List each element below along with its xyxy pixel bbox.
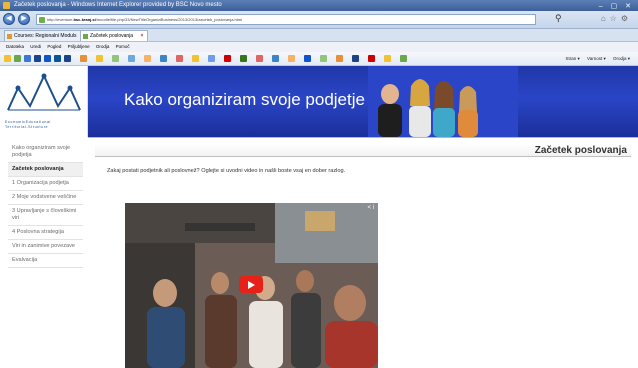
url-prefix: http://eventum. xyxy=(47,17,74,22)
intro-text: Zakaj postati podjetnik ali poslovnež? O… xyxy=(107,168,346,174)
sidebar-item-evalvacija[interactable]: Evalvacija xyxy=(8,254,83,268)
sidebar-item-home[interactable]: Kako organiziram svoje podjetja xyxy=(8,142,83,163)
favorite-link-icon[interactable] xyxy=(288,55,295,62)
favorite-link-icon[interactable] xyxy=(14,55,21,62)
favorite-link-icon[interactable] xyxy=(208,55,215,62)
address-toolbar: ◀ ▶ http://eventum.bsc-kranj.si/moodle/f… xyxy=(0,11,638,29)
tab-favicon xyxy=(7,34,12,39)
favorites-bar: Stran ▾ Varnost ▾ Orodja ▾ xyxy=(0,52,638,66)
favorite-link-icon[interactable] xyxy=(128,55,135,62)
favorite-link-icon[interactable] xyxy=(34,55,41,62)
menu-item-pogled[interactable]: Pogled xyxy=(47,44,61,49)
window-title: Začetek poslovanja - Windows Internet Ex… xyxy=(14,2,222,8)
favorite-link-icon[interactable] xyxy=(112,55,119,62)
sidebar-item-organizacija[interactable]: 1 Organizacija podjetja xyxy=(8,177,83,191)
cmd-orodja[interactable]: Orodja ▾ xyxy=(613,56,630,61)
favorites-star-icon[interactable] xyxy=(4,55,11,62)
cmd-stran[interactable]: Stran ▾ xyxy=(566,56,580,61)
banner-title: Kako organiziram svoje podjetje xyxy=(124,90,365,109)
favorite-link-icon[interactable] xyxy=(224,55,231,62)
tab-strip: Courses: Regionalni Moduls Začetek poslo… xyxy=(0,29,638,42)
browser-tools-icons[interactable]: ⌂☆⚙ xyxy=(601,14,632,23)
favorite-link-icon[interactable] xyxy=(144,55,151,62)
favorite-link-icon[interactable] xyxy=(384,55,391,62)
banner-divider xyxy=(88,137,638,141)
logo-text-2: Territorial-Structure xyxy=(5,125,49,129)
logo-text-1: EconomicEducational xyxy=(5,120,51,124)
favorite-link-icon[interactable] xyxy=(44,55,51,62)
favorite-link-icon[interactable] xyxy=(256,55,263,62)
cmd-varnost[interactable]: Varnost ▾ xyxy=(587,56,606,61)
page-title: Začetek poslovanja xyxy=(534,145,627,156)
favorite-link-icon[interactable] xyxy=(80,55,87,62)
favorite-link-icon[interactable] xyxy=(368,55,375,62)
command-bar: Stran ▾ Varnost ▾ Orodja ▾ xyxy=(560,55,631,63)
sidebar-item-vescine[interactable]: 2 Moje vodstvene veščine xyxy=(8,191,83,205)
url-domain: bsc-kranj.si xyxy=(73,17,96,22)
favorite-link-icon[interactable] xyxy=(24,55,31,62)
favorite-link-icon[interactable] xyxy=(240,55,247,62)
play-button[interactable] xyxy=(239,276,263,293)
menu-item-orodja[interactable]: Orodja xyxy=(96,44,110,49)
favorite-link-icon[interactable] xyxy=(192,55,199,62)
window-title-bar: Začetek poslovanja - Windows Internet Ex… xyxy=(0,0,638,11)
site-logo[interactable]: EconomicEducational Territorial-Structur… xyxy=(0,66,88,137)
back-button[interactable]: ◀ xyxy=(3,13,15,25)
page-title-bar: Začetek poslovanja xyxy=(95,144,631,157)
url-suffix: /moodle/file.php/33/NewTitleOrganiziBusi… xyxy=(95,17,243,22)
favorite-link-icon[interactable] xyxy=(160,55,167,62)
sidebar-item-zacetek[interactable]: Začetek poslovanja xyxy=(8,163,83,177)
share-info-icon[interactable]: < i xyxy=(367,205,374,211)
menu-item-pomoc[interactable]: Pomoč xyxy=(116,44,130,49)
internet-explorer-icon xyxy=(3,2,10,9)
favorite-link-icon[interactable] xyxy=(352,55,359,62)
favorite-link-icon[interactable] xyxy=(336,55,343,62)
students-photo xyxy=(368,66,518,137)
header-banner: Kako organiziram svoje podjetje xyxy=(88,66,638,137)
search-icon[interactable]: ⚲ xyxy=(555,13,562,24)
favorite-link-icon[interactable] xyxy=(96,55,103,62)
web-page: EconomicEducational Territorial-Structur… xyxy=(0,66,638,368)
menu-item-datoteka[interactable]: Datoteka xyxy=(6,44,24,49)
sidebar-nav: Kako organiziram svoje podjetja Začetek … xyxy=(8,142,83,268)
favorite-link-icon[interactable] xyxy=(304,55,311,62)
sidebar-item-viri[interactable]: Viri in zanimive povezave xyxy=(8,240,83,254)
tab-zacetek[interactable]: Začetek poslovanja × xyxy=(80,30,149,41)
menu-bar: Datoteka Uredi Pogled Priljubljene Orodj… xyxy=(0,42,638,52)
video-player[interactable]: < i xyxy=(125,203,378,368)
forward-button[interactable]: ▶ xyxy=(18,13,30,25)
address-bar[interactable]: http://eventum.bsc-kranj.si/moodle/file.… xyxy=(36,14,536,25)
favorite-link-icon[interactable] xyxy=(54,55,61,62)
menu-item-uredi[interactable]: Uredi xyxy=(30,44,41,49)
site-icon xyxy=(39,17,45,23)
close-tab-icon[interactable]: × xyxy=(140,33,143,39)
tab-courses[interactable]: Courses: Regionalni Moduls xyxy=(4,30,82,41)
tab-label: Začetek poslovanja xyxy=(90,33,134,39)
logo-graphic-icon xyxy=(7,73,81,111)
favorite-link-icon[interactable] xyxy=(320,55,327,62)
menu-item-priljubljene[interactable]: Priljubljene xyxy=(68,44,90,49)
favorite-link-icon[interactable] xyxy=(64,55,71,62)
favorite-link-icon[interactable] xyxy=(272,55,279,62)
tab-label: Courses: Regionalni Moduls xyxy=(14,33,77,39)
favorite-link-icon[interactable] xyxy=(400,55,407,62)
tab-favicon xyxy=(83,34,88,39)
favorite-link-icon[interactable] xyxy=(176,55,183,62)
sidebar-item-strategija[interactable]: 4 Poslovna strategija xyxy=(8,226,83,240)
sidebar-item-cloveski-viri[interactable]: 3 Upravljanje s človeškimi viri xyxy=(8,205,83,226)
